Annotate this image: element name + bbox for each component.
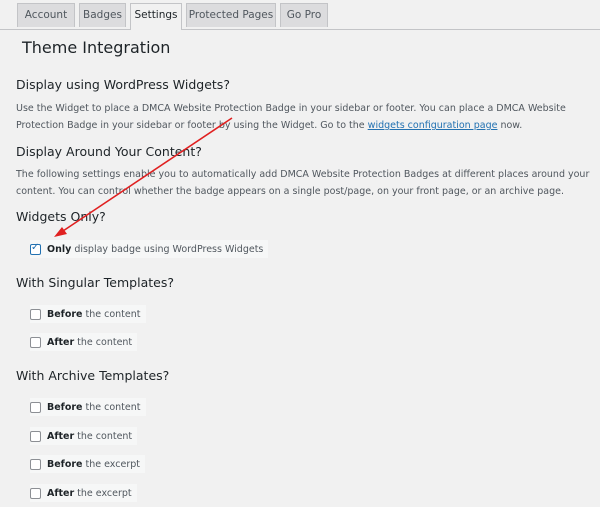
archive-before-content-checkbox[interactable] [30, 401, 41, 413]
archive-after-content-option[interactable]: After the content [30, 427, 138, 445]
archive-after-excerpt-label: After the excerpt [47, 487, 132, 499]
only-widgets-label: Only display badge using WordPress Widge… [47, 243, 264, 255]
tab-badges[interactable]: Badges [79, 3, 126, 27]
around-content-description: The following settings enable you to aut… [16, 169, 590, 197]
archive-after-content-checkbox[interactable] [30, 430, 41, 442]
widgets-heading: Display using WordPress Widgets? [16, 77, 230, 92]
archive-after-content-label: After the content [47, 430, 133, 442]
archive-after-excerpt-checkbox[interactable] [30, 487, 41, 499]
singular-after-content-checkbox[interactable] [30, 336, 41, 348]
widgets-description: Use the Widget to place a DMCA Website P… [16, 100, 591, 134]
singular-before-content-option[interactable]: Before the content [30, 305, 146, 323]
widgets-configuration-link[interactable]: widgets configuration page [368, 120, 498, 131]
singular-after-content-label: After the content [47, 336, 133, 348]
widgets-only-heading: Widgets Only? [16, 209, 106, 224]
archive-templates-heading: With Archive Templates? [16, 368, 170, 383]
singular-before-content-checkbox[interactable] [30, 308, 41, 320]
singular-before-content-label: Before the content [47, 308, 141, 320]
page-title: Theme Integration [22, 38, 171, 57]
only-widgets-checkbox[interactable] [30, 242, 41, 255]
only-widgets-option[interactable]: Only display badge using WordPress Widge… [30, 240, 269, 258]
archive-before-excerpt-option[interactable]: Before the excerpt [30, 455, 145, 473]
archive-before-excerpt-checkbox[interactable] [30, 458, 41, 470]
tab-account[interactable]: Account [17, 3, 75, 27]
archive-before-excerpt-label: Before the excerpt [47, 458, 140, 470]
tab-bar: Account Badges Settings Protected Pages … [0, 0, 600, 30]
tab-protected-pages[interactable]: Protected Pages [186, 3, 276, 27]
archive-before-content-label: Before the content [47, 401, 141, 413]
singular-templates-heading: With Singular Templates? [16, 275, 174, 290]
around-content-heading: Display Around Your Content? [16, 144, 202, 159]
tab-go-pro[interactable]: Go Pro [280, 3, 328, 27]
tab-settings[interactable]: Settings [130, 3, 182, 30]
singular-after-content-option[interactable]: After the content [30, 333, 138, 351]
archive-before-content-option[interactable]: Before the content [30, 398, 146, 416]
widgets-text-end: now. [497, 120, 523, 131]
archive-after-excerpt-option[interactable]: After the excerpt [30, 484, 137, 502]
